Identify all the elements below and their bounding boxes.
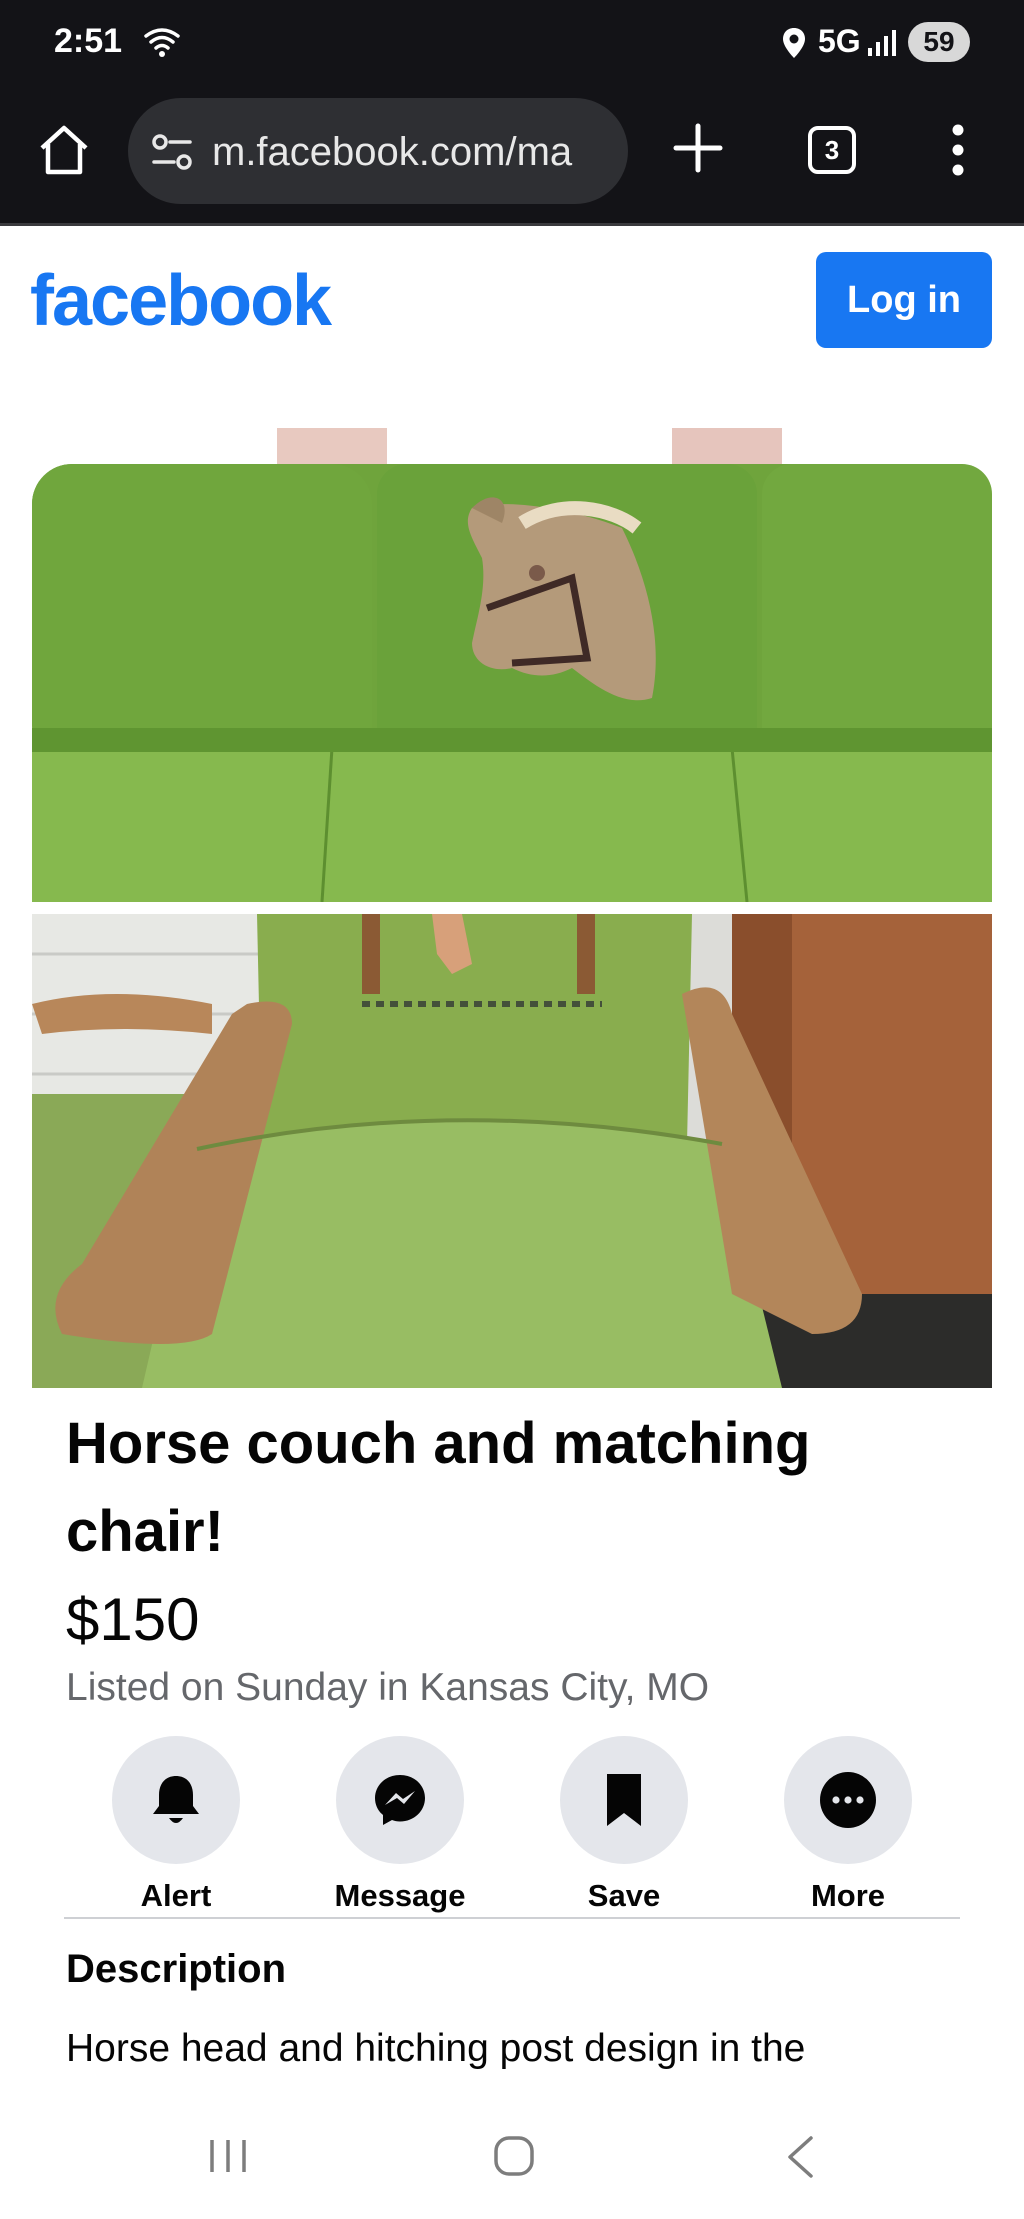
new-tab-icon[interactable] bbox=[672, 122, 724, 174]
divider bbox=[64, 1917, 960, 1919]
wifi-icon bbox=[144, 28, 180, 57]
description-heading: Description bbox=[66, 1947, 287, 1991]
alert-button[interactable]: Alert bbox=[96, 1736, 256, 1914]
login-button[interactable]: Log in bbox=[816, 252, 992, 348]
action-row: Alert Message Save More bbox=[64, 1736, 960, 1916]
network-label: 5G bbox=[818, 23, 861, 59]
save-button-circle[interactable] bbox=[560, 1736, 688, 1864]
more-dots-icon bbox=[820, 1772, 876, 1828]
home-nav-icon[interactable] bbox=[492, 2134, 536, 2178]
message-label: Message bbox=[334, 1878, 466, 1913]
signal-icon bbox=[868, 30, 896, 56]
bell-icon bbox=[153, 1776, 199, 1823]
listing-photo-couch[interactable] bbox=[32, 428, 992, 902]
status-time: 2:51 bbox=[54, 22, 123, 60]
listing-price: $150 bbox=[66, 1586, 200, 1653]
more-button[interactable]: More bbox=[768, 1736, 928, 1914]
address-bar[interactable]: m.facebook.com/ma bbox=[128, 98, 628, 204]
location-icon bbox=[783, 28, 805, 58]
back-icon[interactable] bbox=[784, 2134, 816, 2180]
recents-icon[interactable] bbox=[206, 2136, 250, 2176]
system-nav-bar bbox=[0, 2094, 1024, 2219]
alert-button-circle[interactable] bbox=[112, 1736, 240, 1864]
browser-toolbar: m.facebook.com/ma 3 bbox=[0, 86, 1024, 226]
bookmark-icon bbox=[607, 1774, 641, 1826]
home-icon[interactable] bbox=[36, 122, 92, 178]
site-settings-icon[interactable] bbox=[150, 132, 194, 172]
save-label: Save bbox=[587, 1878, 661, 1913]
chair-photo-image bbox=[32, 914, 992, 1388]
message-button[interactable]: Message bbox=[320, 1736, 480, 1914]
couch-photo-image bbox=[32, 428, 992, 902]
messenger-icon bbox=[375, 1775, 425, 1825]
alert-label: Alert bbox=[140, 1878, 212, 1913]
url-text: m.facebook.com/ma bbox=[212, 130, 573, 174]
listing-title: Horse couch and matching chair! bbox=[66, 1411, 811, 1564]
listing-photo-chair[interactable] bbox=[32, 914, 992, 1388]
more-label: More bbox=[810, 1878, 886, 1913]
message-button-circle[interactable] bbox=[336, 1736, 464, 1864]
more-button-circle[interactable] bbox=[784, 1736, 912, 1864]
description-text: Horse head and hitching post design in t… bbox=[66, 2027, 806, 2070]
tab-switcher-button[interactable]: 3 bbox=[808, 126, 856, 174]
facebook-logo[interactable]: facebook bbox=[30, 260, 332, 342]
battery-indicator: 59 bbox=[908, 22, 970, 62]
save-button[interactable]: Save bbox=[544, 1736, 704, 1914]
overflow-menu-icon[interactable] bbox=[950, 122, 966, 178]
listing-meta: Listed on Sunday in Kansas City, MO bbox=[66, 1666, 710, 1709]
status-bar: 2:51 5G 59 bbox=[0, 0, 1024, 86]
